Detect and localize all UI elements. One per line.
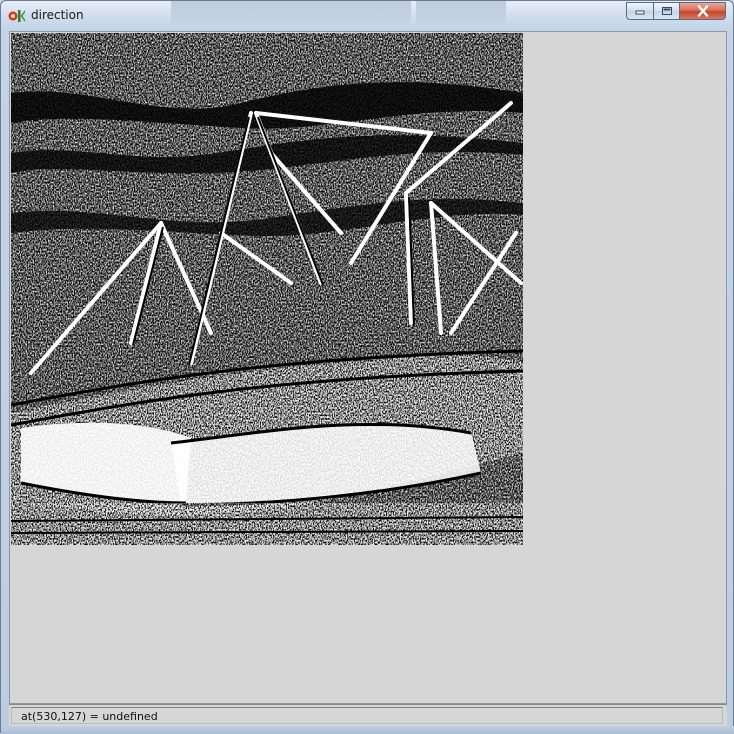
status-panel: at(530,127) = undefined (11, 707, 723, 724)
window-title: direction (31, 8, 84, 22)
title-bar[interactable]: direction (1, 1, 733, 31)
close-button[interactable] (679, 2, 726, 20)
minimize-icon (635, 10, 645, 15)
gtk-logo-icon (8, 10, 25, 22)
edge-direction-image (10, 33, 524, 545)
maximize-button[interactable] (653, 2, 680, 20)
close-icon (697, 5, 708, 17)
direction-image[interactable] (10, 33, 524, 545)
maximize-icon (661, 7, 672, 15)
background-window-glimpse (416, 1, 506, 25)
minimize-button[interactable] (626, 2, 654, 20)
background-window-glimpse (171, 1, 411, 25)
app-window: direction at(530,127) = undefined (0, 0, 734, 734)
status-bar: at(530,127) = undefined (9, 704, 727, 726)
status-text: at(530,127) = undefined (21, 710, 158, 723)
